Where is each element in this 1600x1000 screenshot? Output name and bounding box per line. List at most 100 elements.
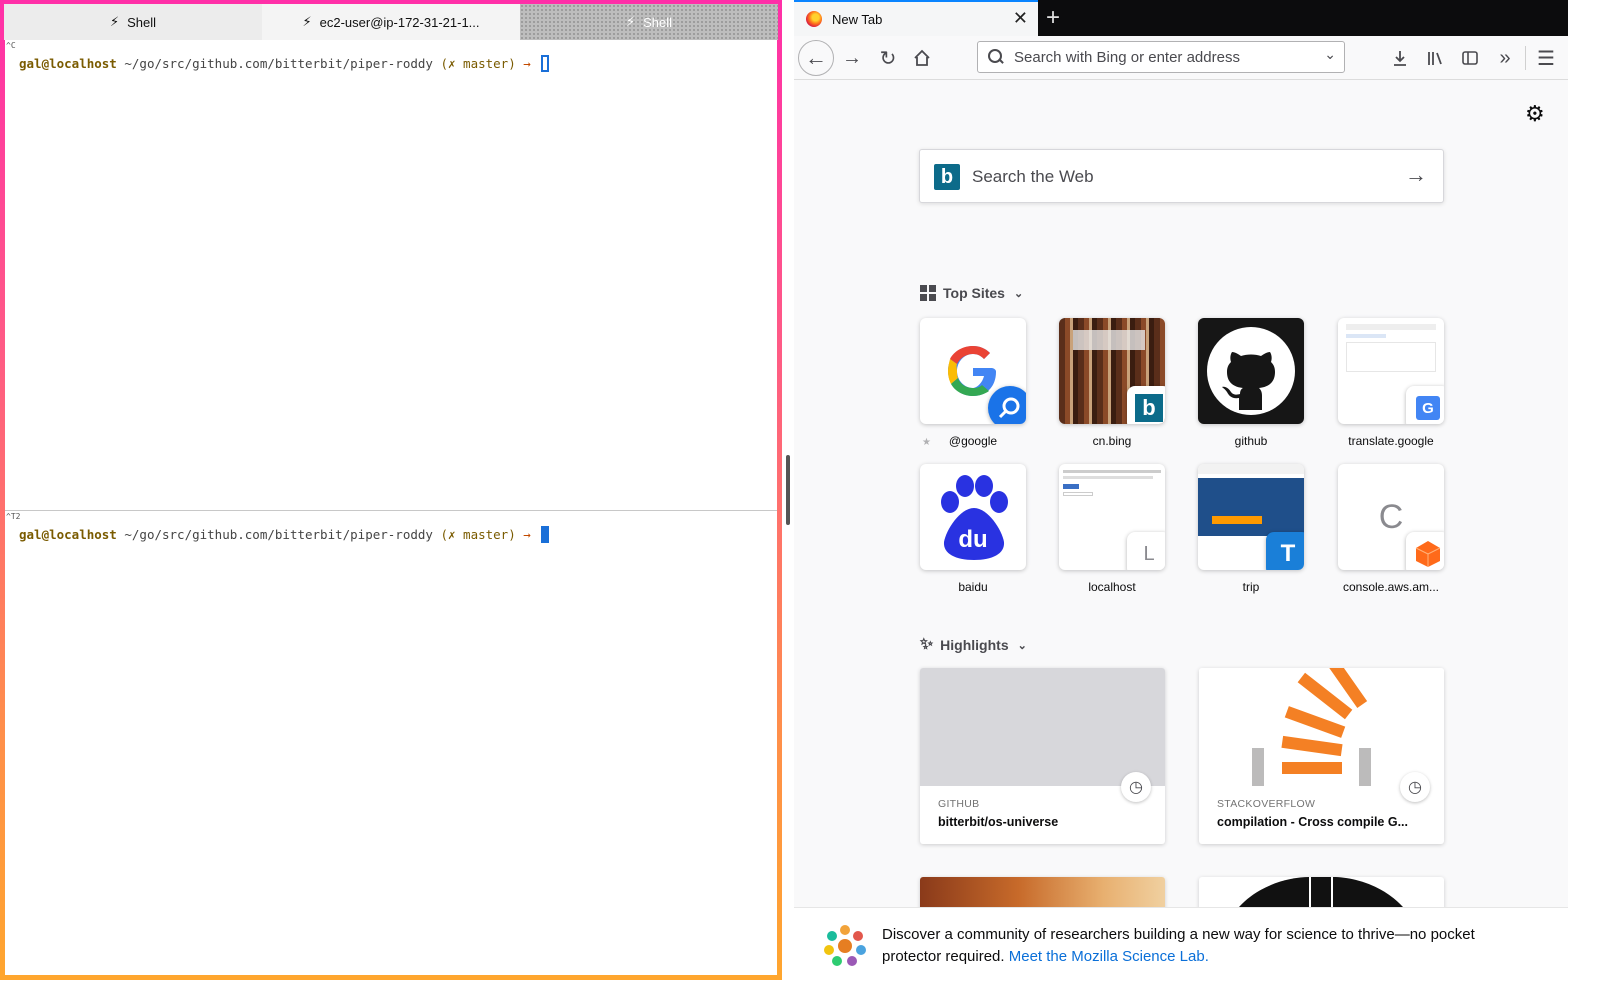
pane-marker: ^C [6,41,16,50]
chevron-down-icon[interactable]: ⌄ [1324,46,1336,63]
sparkle-icon: ✨︎ [920,636,934,653]
bing-logo-icon: b [934,164,960,190]
prompt-path: ~/go/src/github.com/bitterbit/piper-rodd… [124,56,433,71]
clock-icon: ◷ [1400,772,1430,802]
terminal-tab-label: ec2-user@ip-172-31-21-1... [319,14,480,30]
site-label: @google [948,434,998,448]
terminal-tab-shell-2[interactable]: ⚡︎ Shell [520,4,778,40]
tab-title: New Tab [832,11,883,27]
chevron-down-icon: ⌄ [1017,639,1027,652]
top-site-google[interactable]: ★ @google [920,318,1026,448]
hamburger-menu-button[interactable]: ☰ [1530,42,1562,74]
site-label: console.aws.am... [1342,580,1440,594]
top-site-translate-google[interactable]: G translate.google [1338,318,1444,448]
downloads-button[interactable] [1384,42,1416,74]
close-tab-icon[interactable]: ✕ [1013,8,1028,29]
highlight-thumbnail [1199,668,1444,786]
terminal-tab-shell[interactable]: ⚡︎ Shell [4,4,262,40]
terminal-cursor [540,526,549,543]
browser-toolbar: ← → ↻ ⌄ » ☰ [794,36,1568,80]
pin-icon: ★ [922,437,931,448]
top-site-localhost[interactable]: L localhost [1059,464,1165,594]
download-icon [1394,51,1406,66]
site-label: baidu [958,580,988,594]
site-thumbnail [1198,318,1304,424]
terminal-window: ⚡︎ Shell ⚡︎ ec2-user@ip-172-31-21-1... ⚡… [0,0,782,980]
site-label: localhost [1088,580,1136,594]
terminal-cursor [540,55,549,72]
site-thumbnail [920,318,1026,424]
shell-prompt: gal@localhost ~/go/src/github.com/bitter… [19,526,549,543]
highlights-label: Highlights [940,637,1009,653]
library-icon [1428,52,1442,65]
top-sites-heading[interactable]: Top Sites ⌄ [920,285,1023,301]
terminal-tab-ec2[interactable]: ⚡︎ ec2-user@ip-172-31-21-1... [262,4,520,40]
site-label: github [1234,434,1268,448]
terminal-pane-bottom[interactable]: ^T2 gal@localhost ~/go/src/github.com/bi… [5,510,777,975]
top-site-cn-bing[interactable]: b cn.bing [1059,318,1165,448]
top-site-github[interactable]: github [1198,318,1304,448]
prompt-arrow: → [523,56,531,71]
site-thumbnail: b [1059,318,1165,424]
snippet-banner: Discover a community of researchers buil… [794,907,1568,980]
toolbar-separator [1525,46,1526,70]
stackoverflow-logo-icon [1252,668,1371,786]
top-site-trip[interactable]: T trip [1198,464,1304,594]
highlight-title: bitterbit/os-universe [938,815,1059,829]
home-button[interactable] [906,42,938,74]
snippet-link[interactable]: Meet the Mozilla Science Lab. [1009,948,1209,965]
prompt-arrow: → [523,527,531,542]
terminal-tab-label: Shell [127,14,157,30]
terminal-pane-top[interactable]: ^C gal@localhost ~/go/src/github.com/bit… [5,40,777,509]
baidu-du-text: du [958,526,988,553]
overflow-menu-button[interactable]: » [1489,42,1521,74]
top-site-aws-console[interactable]: C console.aws.am... [1338,464,1444,594]
forward-button[interactable]: → [836,42,868,74]
science-lab-icon [824,925,866,966]
reload-button[interactable]: ↻ [872,42,904,74]
new-tab-page: ⚙︎ b → Top Sites ⌄ [794,81,1568,980]
sidebar-toggle-button[interactable] [1454,42,1486,74]
new-tab-button[interactable]: + [1046,4,1060,32]
search-icon [988,49,1004,65]
library-button[interactable] [1419,42,1451,74]
bolt-icon: ⚡︎ [302,14,312,29]
site-label: cn.bing [1092,434,1132,448]
prompt-branch: (✗ master) [440,527,516,542]
shell-prompt: gal@localhost ~/go/src/github.com/bitter… [19,55,549,72]
bolt-icon: ⚡︎ [625,14,636,29]
highlight-card[interactable]: ◷ STACKOVERFLOW compilation - Cross comp… [1199,668,1444,844]
top-site-baidu[interactable]: du baidu [920,464,1026,594]
browser-tab-new-tab[interactable]: New Tab ✕ [794,0,1038,36]
highlights-heading[interactable]: ✨︎ Highlights ⌄ [920,636,1027,654]
firefox-logo-icon [806,11,822,27]
highlight-title: compilation - Cross compile G... [1217,815,1409,829]
site-thumbnail: L [1059,464,1165,570]
site-thumbnail: G [1338,318,1444,424]
terminal-body: ^C gal@localhost ~/go/src/github.com/bit… [5,40,777,975]
browser-tab-strip: New Tab ✕ + [794,0,1568,36]
split-resize-handle[interactable] [786,455,790,525]
arrow-right-icon[interactable]: → [1405,162,1427,188]
google-translate-icon: G [1406,386,1444,424]
clock-icon: ◷ [1121,772,1151,802]
gear-icon[interactable]: ⚙︎ [1525,101,1545,127]
address-bar[interactable]: ⌄ [977,41,1345,73]
back-button[interactable]: ← [798,40,834,76]
web-search-box[interactable]: b → [919,149,1444,203]
pane-marker: ^T2 [6,512,21,521]
site-thumbnail: C [1338,464,1444,570]
highlight-thumbnail [920,668,1165,786]
bing-logo-icon: b [1127,386,1165,424]
web-search-input[interactable] [972,164,1392,190]
aws-cube-icon [1406,532,1444,570]
terminal-tab-bar: ⚡︎ Shell ⚡︎ ec2-user@ip-172-31-21-1... ⚡… [4,4,778,40]
bolt-icon: ⚡︎ [109,14,120,29]
trip-logo-icon: T [1266,532,1304,570]
address-input[interactable] [1014,48,1314,66]
home-icon [914,49,930,66]
search-badge-icon [988,386,1026,424]
site-label: trip [1242,580,1260,594]
prompt-path: ~/go/src/github.com/bitterbit/piper-rodd… [124,527,433,542]
highlight-card[interactable]: ◷ GITHUB bitterbit/os-universe [920,668,1165,844]
